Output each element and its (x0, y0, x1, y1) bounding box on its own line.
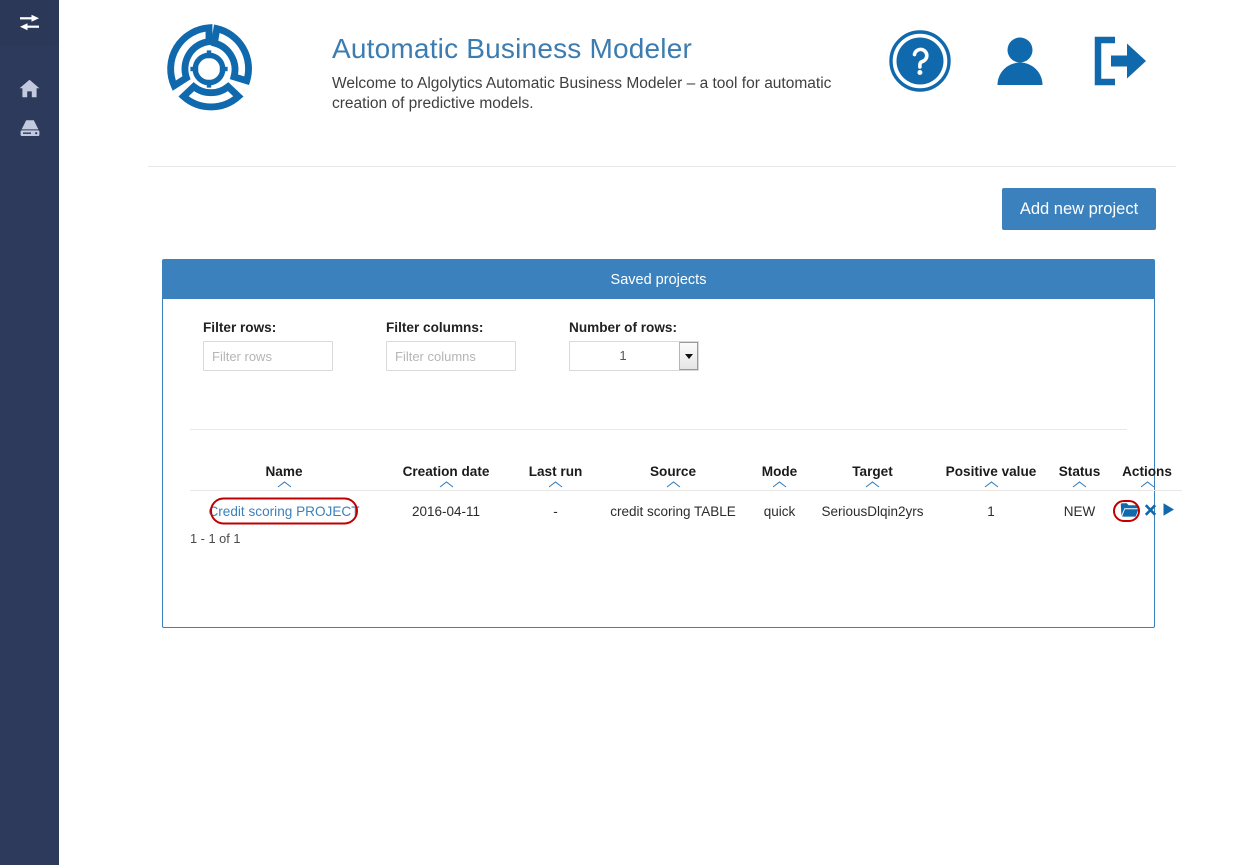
column-header-mode[interactable]: Mode (749, 444, 810, 491)
run-project-icon[interactable] (1162, 502, 1175, 520)
pagination-info: 1 - 1 of 1 (190, 531, 241, 546)
column-label: Creation date (402, 463, 490, 479)
table-header-row: Name Creation date Last run Source Mode … (190, 444, 1182, 491)
column-label: Name (265, 463, 303, 479)
cell-positive-value: 1 (987, 503, 995, 519)
sort-caret-icon (1140, 480, 1154, 487)
projects-table-body: Credit scoring PROJECT 2016-04-11 - cred… (190, 490, 1182, 532)
column-header-last-run[interactable]: Last run (514, 444, 597, 491)
cell-name: Credit scoring PROJECT (190, 490, 378, 532)
filter-columns-input[interactable] (386, 341, 516, 371)
projects-table-head: Name Creation date Last run Source Mode … (190, 444, 1182, 491)
column-label: Source (649, 463, 697, 479)
project-name-link[interactable]: Credit scoring PROJECT (208, 504, 359, 519)
home-icon (19, 79, 40, 98)
sort-caret-icon (1072, 480, 1087, 487)
filter-columns-group: Filter columns: (386, 320, 516, 371)
cell-last-run: - (553, 503, 558, 519)
exchange-arrows-icon (19, 14, 41, 32)
saved-projects-panel: Saved projects Filter rows: Filter colum… (162, 259, 1182, 628)
page-header: Automatic Business Modeler Welcome to Al… (59, 0, 1253, 167)
title-block: Automatic Business Modeler Welcome to Al… (332, 32, 912, 114)
sort-caret-icon (666, 480, 680, 487)
filter-bar: Filter rows: Filter columns: Number of r… (203, 320, 699, 371)
main-content: Automatic Business Modeler Welcome to Al… (59, 0, 1253, 865)
filter-divider (190, 429, 1127, 430)
panel-body: Filter rows: Filter columns: Number of r… (163, 299, 1182, 627)
cell-status: NEW (1063, 503, 1096, 519)
app-logo (160, 20, 258, 118)
row-actions (1112, 500, 1182, 523)
app-root: Automatic Business Modeler Welcome to Al… (0, 0, 1253, 865)
table-row: Credit scoring PROJECT 2016-04-11 - cred… (190, 490, 1182, 532)
column-header-creation-date[interactable]: Creation date (378, 444, 514, 491)
delete-project-icon[interactable] (1144, 503, 1157, 520)
sort-caret-icon (439, 480, 453, 487)
panel-title: Saved projects (163, 260, 1154, 299)
sidebar-item-toggle-sidebar[interactable] (0, 0, 59, 46)
page-subtitle: Welcome to Algolytics Automatic Business… (332, 75, 832, 112)
column-label: Mode (761, 463, 798, 479)
column-header-source[interactable]: Source (597, 444, 749, 491)
database-icon (19, 119, 41, 138)
sort-caret-icon (548, 480, 563, 487)
add-new-project-button[interactable]: Add new project (1002, 188, 1156, 230)
logout-icon[interactable] (1089, 30, 1151, 97)
open-project-icon[interactable] (1120, 502, 1139, 521)
column-header-status[interactable]: Status (1047, 444, 1112, 491)
sort-caret-icon (772, 480, 787, 487)
cell-creation-date: 2016-04-11 (411, 503, 481, 519)
help-icon[interactable] (889, 30, 951, 97)
number-of-rows-label: Number of rows: (569, 320, 677, 335)
column-header-actions[interactable]: Actions (1112, 444, 1182, 491)
cell-mode: quick (763, 503, 796, 519)
cell-source: credit scoring TABLE (610, 503, 736, 519)
column-header-name[interactable]: Name (190, 444, 378, 491)
number-of-rows-dropdown-button[interactable] (679, 342, 698, 370)
column-label: Status (1058, 463, 1101, 479)
sidebar-item-home[interactable] (0, 70, 59, 106)
number-of-rows-select-wrap: 1 (569, 341, 699, 371)
cell-target: SeriousDlqin2yrs (821, 503, 924, 519)
sort-caret-icon (277, 480, 291, 487)
filter-rows-group: Filter rows: (203, 320, 333, 371)
sort-caret-icon (865, 480, 880, 487)
column-label: Target (852, 463, 893, 479)
column-label: Last run (528, 463, 583, 479)
sidebar-item-data-sources[interactable] (0, 110, 59, 146)
column-label: Positive value (945, 463, 1037, 479)
column-label: Actions (1122, 463, 1172, 479)
user-icon[interactable] (989, 30, 1051, 97)
projects-table: Name Creation date Last run Source Mode … (190, 444, 1182, 532)
page-title: Automatic Business Modeler (332, 33, 693, 64)
column-header-target[interactable]: Target (810, 444, 935, 491)
header-icon-group (889, 30, 1151, 97)
sort-caret-icon (984, 480, 998, 487)
filter-columns-label: Filter columns: (386, 320, 484, 335)
chevron-down-icon (684, 353, 693, 359)
projects-table-wrap: Name Creation date Last run Source Mode … (190, 444, 1182, 532)
column-header-positive-value[interactable]: Positive value (935, 444, 1047, 491)
number-of-rows-group: Number of rows: 1 (569, 320, 699, 371)
cell-actions (1112, 490, 1182, 532)
sidebar (0, 0, 59, 865)
filter-rows-input[interactable] (203, 341, 333, 371)
filter-rows-label: Filter rows: (203, 320, 277, 335)
header-divider (148, 166, 1176, 167)
